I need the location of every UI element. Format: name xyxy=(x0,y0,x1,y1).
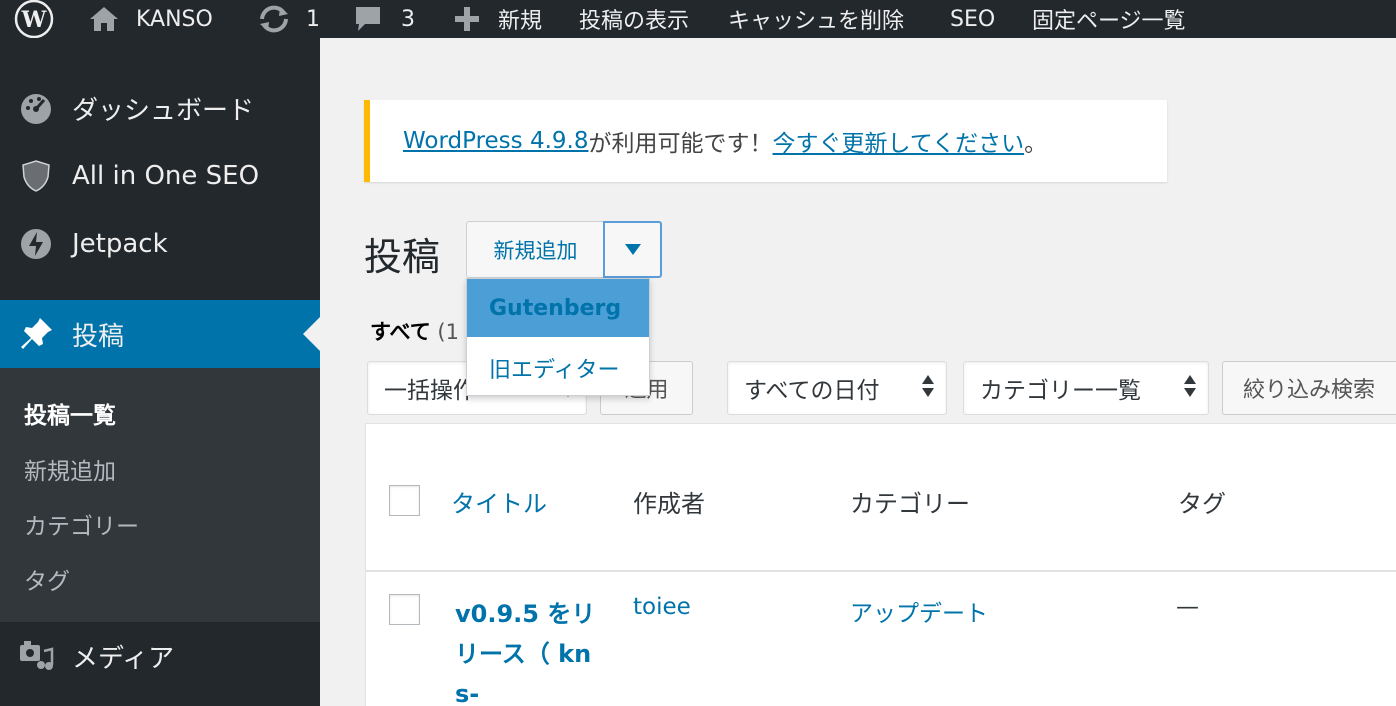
column-title-header[interactable]: タイトル xyxy=(451,484,547,519)
date-filter-select[interactable]: すべての日付 xyxy=(727,361,947,415)
seo-link[interactable]: SEO xyxy=(950,0,995,38)
notice-end: 。 xyxy=(1024,131,1048,157)
jetpack-icon xyxy=(18,226,54,262)
select-arrows-icon xyxy=(922,375,934,397)
submenu-categories[interactable]: カテゴリー xyxy=(24,507,139,541)
menu-item-dashboard[interactable]: ダッシュボード xyxy=(0,78,320,138)
filter-button[interactable]: 絞り込み検索 xyxy=(1222,361,1396,415)
wordpress-version-link[interactable]: WordPress 4.9.8 xyxy=(403,128,588,154)
dropdown-item-gutenberg[interactable]: Gutenberg xyxy=(467,279,649,337)
status-all-count-left: (1 xyxy=(430,320,459,344)
submenu-tags[interactable]: タグ xyxy=(24,562,70,596)
menu-item-aioseo[interactable]: All in One SEO xyxy=(0,146,320,206)
new-label: 新規 xyxy=(498,9,543,34)
select-all-checkbox[interactable] xyxy=(389,485,420,516)
editor-choice-dropdown: Gutenberg 旧エディター xyxy=(466,278,650,396)
row-title-link[interactable]: v0.9.5 をリリース（ kns- xyxy=(455,594,605,706)
notice-text: が利用可能です！ xyxy=(588,131,773,157)
submenu-add-new[interactable]: 新規追加 xyxy=(24,452,116,486)
updates-count: 1 xyxy=(306,6,320,32)
row-category-link[interactable]: アップデート xyxy=(850,594,988,628)
menu-label-aioseo: All in One SEO xyxy=(72,161,260,191)
menu-item-jetpack[interactable]: Jetpack xyxy=(0,214,320,274)
menu-label-media: メディア xyxy=(72,643,175,674)
add-new-button[interactable]: 新規追加 xyxy=(466,221,605,278)
admin-sidebar: ダッシュボード All in One SEO Jetpack 投稿 投稿一覧 新… xyxy=(0,38,320,706)
home-icon xyxy=(90,7,118,31)
plus-icon xyxy=(455,7,479,31)
site-name: KANSO xyxy=(136,6,213,32)
column-author-header: 作成者 xyxy=(633,490,705,518)
menu-label-jetpack: Jetpack xyxy=(72,229,168,259)
pin-icon xyxy=(18,316,54,352)
admin-bar: W KANSO 1 3 新規 投稿の表示 キャッシュを削除 SEO 固定ページ一… xyxy=(0,0,1396,39)
select-arrows-icon xyxy=(1184,375,1196,397)
status-all-link[interactable]: すべて xyxy=(370,320,431,344)
add-new-dropdown-toggle[interactable] xyxy=(603,221,662,278)
category-filter-value: カテゴリー一覧 xyxy=(980,378,1141,404)
comments-link[interactable]: 3 xyxy=(353,0,415,38)
site-name-link[interactable]: KANSO xyxy=(88,0,213,38)
posts-submenu: 投稿一覧 新規追加 カテゴリー タグ xyxy=(0,368,320,622)
row-tags: — xyxy=(1176,594,1199,620)
clear-cache-link[interactable]: キャッシュを削除 xyxy=(728,0,904,38)
submenu-all-posts[interactable]: 投稿一覧 xyxy=(24,396,116,430)
menu-label-posts: 投稿 xyxy=(72,321,125,352)
view-posts-label: 投稿の表示 xyxy=(579,9,690,34)
shield-icon xyxy=(18,158,54,194)
new-content-link[interactable]: 新規 xyxy=(452,0,542,38)
page-title: 投稿 xyxy=(364,235,441,279)
row-author-link[interactable]: toiee xyxy=(633,594,691,620)
menu-item-media[interactable]: メディア xyxy=(0,628,320,684)
dropdown-item-classic-editor[interactable]: 旧エディター xyxy=(467,339,649,397)
comment-icon xyxy=(356,7,380,31)
row-checkbox[interactable] xyxy=(389,594,420,625)
comments-count: 3 xyxy=(401,6,415,32)
seo-label: SEO xyxy=(950,6,996,32)
svg-text:W: W xyxy=(21,7,47,33)
pages-list-label: 固定ページ一覧 xyxy=(1032,9,1186,34)
bulk-actions-value: 一括操作 xyxy=(384,378,476,404)
column-tags-header: タグ xyxy=(1178,490,1226,518)
menu-item-posts[interactable]: 投稿 xyxy=(0,300,320,368)
category-filter-select[interactable]: カテゴリー一覧 xyxy=(963,361,1209,415)
column-categories-header: カテゴリー xyxy=(850,490,970,518)
pages-list-link[interactable]: 固定ページ一覧 xyxy=(1032,0,1186,38)
update-now-link[interactable]: 今すぐ更新してください xyxy=(772,124,1024,158)
clear-cache-label: キャッシュを削除 xyxy=(728,9,905,34)
media-icon xyxy=(18,638,54,674)
update-notice: WordPress 4.9.8 が利用可能です！ 今すぐ更新してください 。 xyxy=(364,100,1167,182)
wordpress-logo-icon[interactable]: W xyxy=(14,0,54,39)
dashboard-icon xyxy=(18,90,54,126)
updates-link[interactable]: 1 xyxy=(256,0,320,38)
view-posts-link[interactable]: 投稿の表示 xyxy=(579,0,689,38)
date-filter-value: すべての日付 xyxy=(744,378,880,404)
menu-label-dashboard: ダッシュボード xyxy=(72,95,255,126)
caret-down-icon xyxy=(624,244,641,255)
posts-table: タイトル 作成者 カテゴリー タグ v0.9.5 をリリース（ kns- toi… xyxy=(365,423,1396,706)
table-header-divider xyxy=(366,570,1396,572)
refresh-icon xyxy=(260,5,288,33)
